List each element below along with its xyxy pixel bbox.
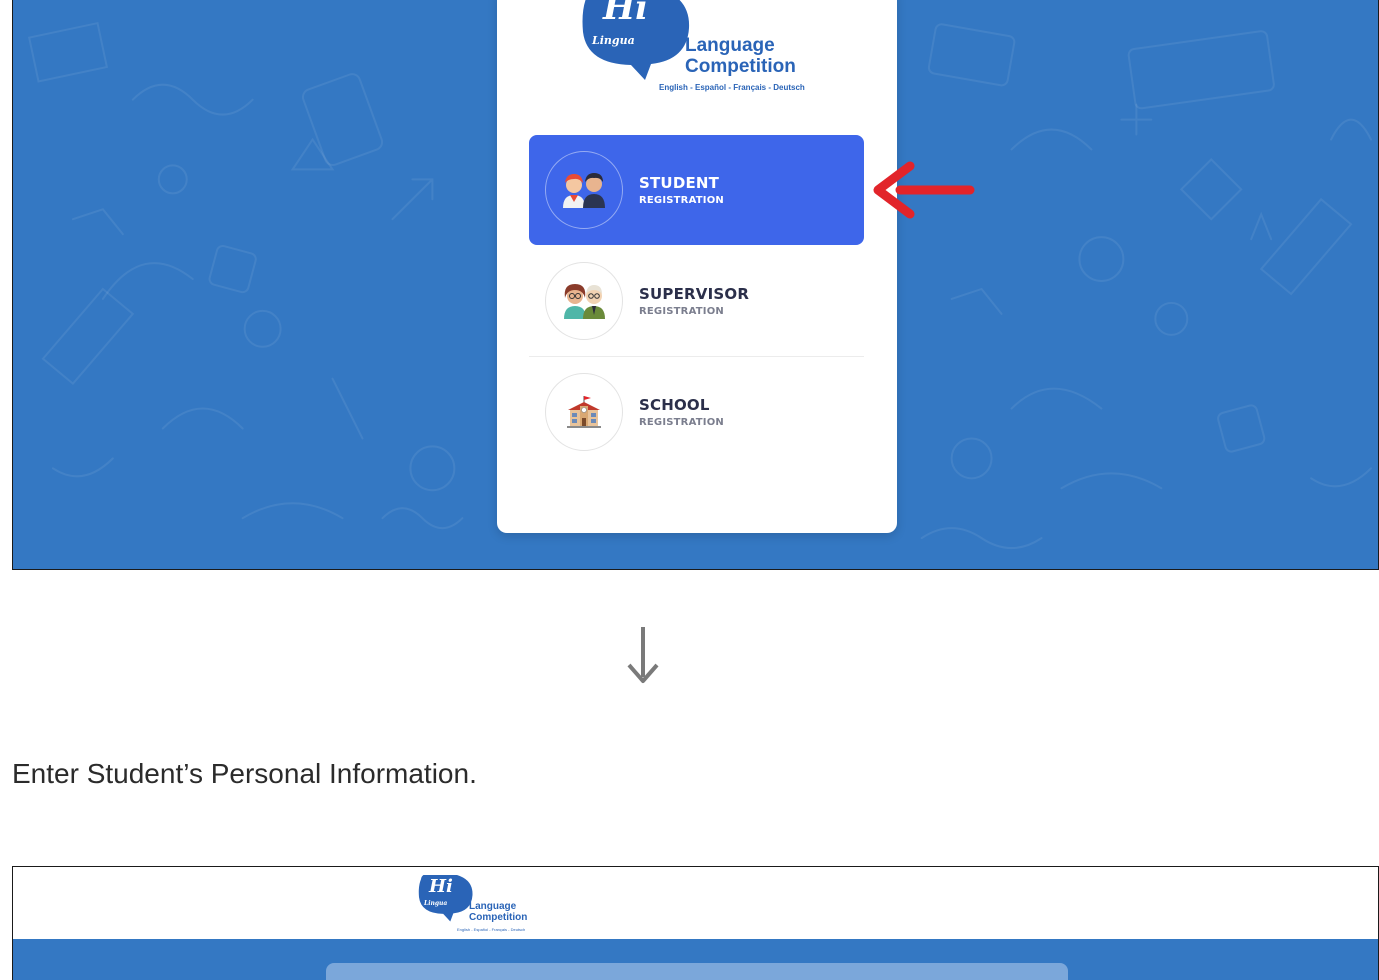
header-logo-hi: Hi xyxy=(429,876,453,897)
header-logo-line2: Competition xyxy=(469,912,528,923)
student-title: STUDENT xyxy=(639,174,720,192)
personal-info-form-panel xyxy=(326,963,1068,980)
student-subtitle: REGISTRATION xyxy=(639,195,724,206)
red-pointer-arrow-icon xyxy=(873,161,975,219)
header-logo-languages: English - Español - Français - Deutsch xyxy=(457,927,526,932)
logo-title: Language Competition xyxy=(685,35,796,77)
supervisor-subtitle: REGISTRATION xyxy=(639,306,724,317)
personal-info-screenshot: Hi Lingua Language Competition English -… xyxy=(12,866,1379,980)
school-building-icon xyxy=(545,373,623,451)
logo-lingua-text: Lingua xyxy=(592,34,635,47)
brand-logo: Hi Lingua Language Competition English -… xyxy=(579,0,819,98)
instruction-text: Enter Student’s Personal Information. xyxy=(12,758,477,789)
logo-title-line1: Language xyxy=(685,35,775,56)
logo-hi-text: Hi xyxy=(603,0,649,28)
supervisor-registration-button[interactable]: SUPERVISOR REGISTRATION xyxy=(529,246,864,356)
header-logo-line1: Language xyxy=(469,901,517,912)
page-header: Hi Lingua Language Competition English -… xyxy=(13,867,1378,939)
registration-card: Hi Lingua Language Competition English -… xyxy=(497,0,897,533)
logo-languages: English - Español - Français - Deutsch xyxy=(659,83,805,92)
header-logo-lingua: Lingua xyxy=(424,900,448,907)
header-logo-title: Language Competition xyxy=(469,901,527,923)
school-subtitle: REGISTRATION xyxy=(639,417,724,428)
student-registration-button[interactable]: STUDENT REGISTRATION xyxy=(529,135,864,245)
school-title: SCHOOL xyxy=(639,396,710,414)
school-registration-button[interactable]: SCHOOL REGISTRATION xyxy=(529,357,864,467)
header-logo: Hi Lingua Language Competition English -… xyxy=(417,875,547,932)
supervisors-avatar-icon xyxy=(545,262,623,340)
logo-title-line2: Competition xyxy=(685,56,796,77)
registration-screenshot: Hi Lingua Language Competition English -… xyxy=(12,0,1379,570)
supervisor-title: SUPERVISOR xyxy=(639,285,750,303)
tutorial-page: Hi Lingua Language Competition English -… xyxy=(0,0,1379,980)
down-arrow-icon xyxy=(627,627,659,683)
students-avatar-icon xyxy=(545,151,623,229)
